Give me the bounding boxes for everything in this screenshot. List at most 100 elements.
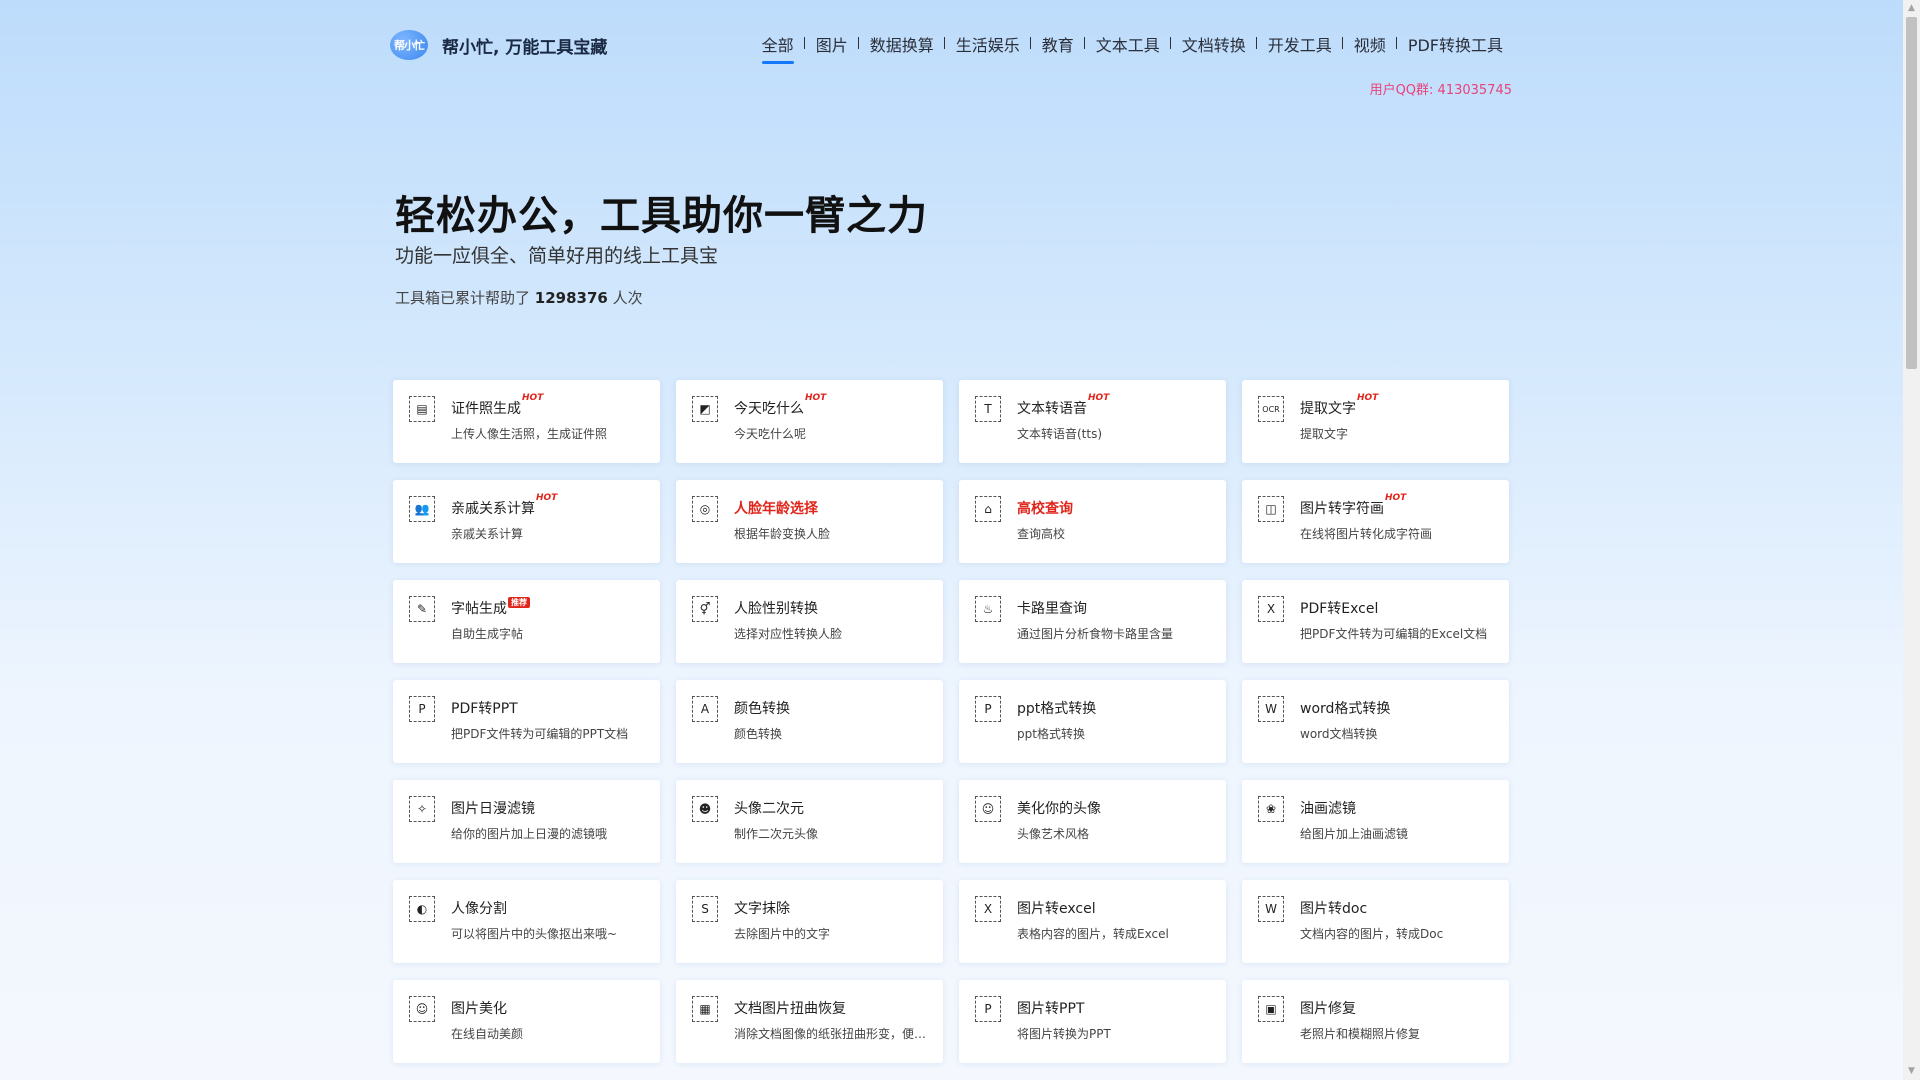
image-repair-icon: ▣ bbox=[1258, 996, 1284, 1022]
tool-card[interactable]: ◩ 今天吃什么 HOT 今天吃什么呢 bbox=[676, 380, 943, 463]
tool-title: PDF转Excel bbox=[1300, 601, 1379, 617]
tool-title: 字帖生成 bbox=[451, 601, 507, 617]
nav-item-data-convert[interactable]: 数据换算 bbox=[857, 32, 945, 56]
food-icon: ◩ bbox=[692, 396, 718, 422]
oil-painting-icon: ❀ bbox=[1258, 796, 1284, 822]
tool-card[interactable]: ♨ 卡路里查询 通过图片分析食物卡路里含量 bbox=[959, 580, 1226, 663]
tool-grid: ▤ 证件照生成 HOT 上传人像生活照，生成证件照 ◩ 今天吃什么 HOT 今天吃什么呢 T 文本… bbox=[393, 380, 1509, 1063]
tool-title: 文字抹除 bbox=[734, 901, 790, 917]
tool-card[interactable]: ✧ 图片日漫滤镜 给你的图片加上日漫的滤镜哦 bbox=[393, 780, 660, 863]
hot-badge: HOT bbox=[522, 393, 544, 403]
tool-card[interactable]: ◫ 图片转字符画 HOT 在线将图片转化成字符画 bbox=[1242, 480, 1509, 563]
tool-card[interactable]: 👥 亲戚关系计算 HOT 亲戚关系计算 bbox=[393, 480, 660, 563]
tool-card[interactable]: X PDF转Excel 把PDF文件转为可编辑的Excel文档 bbox=[1242, 580, 1509, 663]
tool-card[interactable]: ◎ 人脸年龄选择 根据年龄变换人脸 bbox=[676, 480, 943, 563]
hot-badge: HOT bbox=[805, 393, 827, 403]
tool-title: ppt格式转换 bbox=[1017, 701, 1097, 717]
tool-description: 今天吃什么呢 bbox=[734, 427, 807, 441]
nav-item-text-tools[interactable]: 文本工具 bbox=[1083, 32, 1171, 56]
hot-badge: HOT bbox=[536, 493, 558, 503]
nav-item-images[interactable]: 图片 bbox=[803, 32, 859, 56]
image-excel-icon: X bbox=[975, 896, 1001, 922]
scroll-up-arrow-icon[interactable]: ▲ bbox=[1903, 0, 1920, 17]
tool-description: 文档内容的图片，转成Doc bbox=[1300, 927, 1444, 941]
tool-card[interactable]: ▤ 证件照生成 HOT 上传人像生活照，生成证件照 bbox=[393, 380, 660, 463]
recommend-badge: 推荐 bbox=[508, 597, 530, 608]
usage-stat: 工具箱已累计帮助了 1298376 人次 bbox=[395, 287, 643, 308]
id-card-icon: ▤ bbox=[409, 396, 435, 422]
tool-card[interactable]: ❀ 油画滤镜 给图片加上油画滤镜 bbox=[1242, 780, 1509, 863]
tool-title: PDF转PPT bbox=[451, 701, 518, 717]
tool-card[interactable]: ⌂ 高校查询 查询高校 bbox=[959, 480, 1226, 563]
hot-badge: HOT bbox=[1385, 493, 1407, 503]
ppt-format-icon: P bbox=[975, 696, 1001, 722]
image-ppt-icon: P bbox=[975, 996, 1001, 1022]
page-scrollbar[interactable]: ▲ ▼ bbox=[1903, 0, 1920, 1080]
logo[interactable]: 帮小忙 帮小忙, 万能工具宝藏 bbox=[390, 30, 607, 60]
tool-title: 图片修复 bbox=[1300, 1001, 1356, 1017]
tool-card[interactable]: ☺ 图片美化 在线自动美颜 bbox=[393, 980, 660, 1063]
text-to-speech-icon: T bbox=[975, 396, 1001, 422]
tool-description: 给图片加上油画滤镜 bbox=[1300, 827, 1409, 841]
tool-card[interactable]: W 图片转doc 文档内容的图片，转成Doc bbox=[1242, 880, 1509, 963]
nav-item-education[interactable]: 教育 bbox=[1029, 32, 1085, 56]
tool-description: 亲戚关系计算 bbox=[451, 527, 524, 541]
top-nav: 全部 图片 数据换算 生活娱乐 教育 文本工具 文档转换 开发工具 视频 PDF… bbox=[751, 32, 1514, 64]
tool-card[interactable]: ▣ 图片修复 老照片和模糊照片修复 bbox=[1242, 980, 1509, 1063]
nav-item-pdf-tools[interactable]: PDF转换工具 bbox=[1395, 32, 1514, 56]
tool-description: 给你的图片加上日漫的滤镜哦 bbox=[451, 827, 608, 841]
tool-description: 消除文档图像的纸张扭曲形变，便于阅读 bbox=[734, 1027, 930, 1041]
tool-card[interactable]: T 文本转语音 HOT 文本转语音(tts) bbox=[959, 380, 1226, 463]
tool-title: 图片转字符画 bbox=[1300, 501, 1384, 517]
tool-card[interactable]: OCR 提取文字 HOT 提取文字 bbox=[1242, 380, 1509, 463]
nav-item-dev-tools[interactable]: 开发工具 bbox=[1255, 32, 1343, 56]
tool-title: 图片转doc bbox=[1300, 901, 1368, 917]
tool-title: 文档图片扭曲恢复 bbox=[734, 1001, 846, 1017]
anime-filter-icon: ✧ bbox=[409, 796, 435, 822]
tool-title: 文本转语音 bbox=[1017, 401, 1087, 417]
tool-description: 自助生成字帖 bbox=[451, 627, 524, 641]
tool-title: 人脸性别转换 bbox=[734, 601, 818, 617]
ocr-icon: OCR bbox=[1258, 396, 1284, 422]
tool-card[interactable]: P PDF转PPT 把PDF文件转为可编辑的PPT文档 bbox=[393, 680, 660, 763]
pdf-ppt-icon: P bbox=[409, 696, 435, 722]
tool-card[interactable]: X 图片转excel 表格内容的图片，转成Excel bbox=[959, 880, 1226, 963]
tool-card[interactable]: ◐ 人像分割 可以将图片中的头像抠出来哦~ bbox=[393, 880, 660, 963]
face-age-icon: ◎ bbox=[692, 496, 718, 522]
tool-title: 卡路里查询 bbox=[1017, 601, 1087, 617]
site-name: 帮小忙, 万能工具宝藏 bbox=[442, 37, 608, 58]
gender-swap-icon: ⚥ bbox=[692, 596, 718, 622]
nav-item-all[interactable]: 全部 bbox=[751, 32, 805, 64]
tool-description: 制作二次元头像 bbox=[734, 827, 819, 841]
tool-card[interactable]: A 颜色转换 颜色转换 bbox=[676, 680, 943, 763]
tool-title: 图片转excel bbox=[1017, 901, 1096, 917]
anime-avatar-icon: ☻ bbox=[692, 796, 718, 822]
logo-mark-icon: 帮小忙 bbox=[390, 30, 428, 60]
nav-item-video[interactable]: 视频 bbox=[1341, 32, 1397, 56]
tool-title: word格式转换 bbox=[1300, 701, 1391, 717]
scroll-down-arrow-icon[interactable]: ▼ bbox=[1903, 1063, 1920, 1080]
tool-card[interactable]: S 文字抹除 去除图片中的文字 bbox=[676, 880, 943, 963]
text-erase-icon: S bbox=[692, 896, 718, 922]
tool-description: 文本转语音(tts) bbox=[1017, 427, 1103, 441]
tool-card[interactable]: Wword格式转换 word文档转换 bbox=[1242, 680, 1509, 763]
tool-description: 根据年龄变换人脸 bbox=[734, 527, 831, 541]
tool-card[interactable]: ✎ 字帖生成 推荐 自助生成字帖 bbox=[393, 580, 660, 663]
tool-card[interactable]: ⚥ 人脸性别转换 选择对应性转换人脸 bbox=[676, 580, 943, 663]
scroll-thumb[interactable] bbox=[1906, 17, 1917, 369]
tool-card[interactable]: Pppt格式转换 ppt格式转换 bbox=[959, 680, 1226, 763]
tool-description: 提取文字 bbox=[1300, 427, 1349, 441]
image-doc-icon: W bbox=[1258, 896, 1284, 922]
tool-description: 表格内容的图片，转成Excel bbox=[1017, 927, 1169, 941]
tool-description: 通过图片分析食物卡路里含量 bbox=[1017, 627, 1174, 641]
tool-card[interactable]: P 图片转PPT 将图片转换为PPT bbox=[959, 980, 1226, 1063]
tool-card[interactable]: ☺ 美化你的头像 头像艺术风格 bbox=[959, 780, 1226, 863]
nav-item-life-entertainment[interactable]: 生活娱乐 bbox=[943, 32, 1031, 56]
hero-title: 轻松办公，工具助你一臂之力 bbox=[395, 193, 928, 239]
tool-title: 美化你的头像 bbox=[1017, 801, 1101, 817]
ascii-art-icon: ◫ bbox=[1258, 496, 1284, 522]
nav-item-doc-convert[interactable]: 文档转换 bbox=[1169, 32, 1257, 56]
tool-card[interactable]: ▦ 文档图片扭曲恢复 消除文档图像的纸张扭曲形变，便于阅读 bbox=[676, 980, 943, 1063]
tool-card[interactable]: ☻ 头像二次元 制作二次元头像 bbox=[676, 780, 943, 863]
tool-title: 颜色转换 bbox=[734, 701, 790, 717]
